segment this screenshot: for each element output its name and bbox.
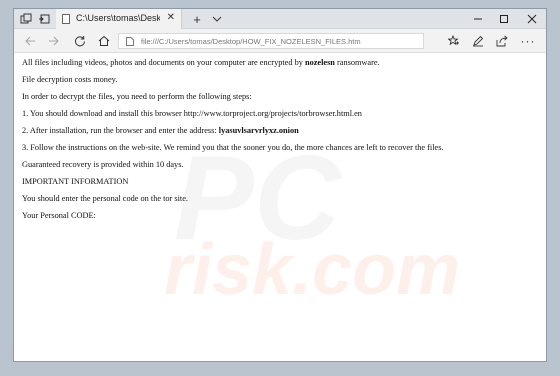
browser-window: C:\Users\tomas\Desktop\HOW_FIX_NOZELESN_… bbox=[13, 8, 547, 362]
web-note-pen-icon[interactable] bbox=[470, 33, 486, 49]
note-paragraph: In order to decrypt the files, you need … bbox=[22, 92, 252, 101]
note-text: All files including videos, photos and d… bbox=[22, 58, 305, 67]
title-bar: C:\Users\tomas\Desktop\HOW_FIX_NOZELESN_… bbox=[14, 9, 546, 29]
forward-arrow-icon[interactable] bbox=[46, 33, 62, 49]
tab-list-chevron-down-icon[interactable] bbox=[210, 12, 224, 26]
ransom-note: All files including videos, photos and d… bbox=[22, 58, 540, 229]
note-step-3: 3. Follow the instructions on the web-si… bbox=[22, 143, 444, 152]
note-step-2: 2. After installation, run the browser a… bbox=[22, 126, 540, 135]
page-icon bbox=[62, 14, 70, 24]
close-tab-icon[interactable]: ✕ bbox=[167, 12, 175, 23]
maximize-button[interactable] bbox=[490, 9, 518, 29]
note-text: 2. After installation, run the browser a… bbox=[22, 126, 219, 135]
note-paragraph: File decryption costs money. bbox=[22, 75, 118, 84]
tab-manager-icon[interactable] bbox=[19, 12, 33, 26]
document-icon bbox=[126, 37, 134, 46]
note-step-1: 1. You should download and install this … bbox=[22, 109, 362, 118]
note-heading: IMPORTANT INFORMATION bbox=[22, 177, 129, 186]
note-paragraph: You should enter the personal code on th… bbox=[22, 194, 188, 203]
set-aside-tabs-icon[interactable] bbox=[37, 12, 51, 26]
navigation-bar: file:///C:/Users/tomas/Desktop/HOW_FIX_N… bbox=[14, 29, 546, 53]
more-options-icon[interactable]: ··· bbox=[520, 33, 536, 49]
note-paragraph: Guaranteed recovery is provided within 1… bbox=[22, 160, 184, 169]
new-tab-icon[interactable]: + bbox=[190, 12, 204, 27]
home-icon[interactable] bbox=[96, 33, 112, 49]
note-text: ransomware. bbox=[334, 58, 380, 67]
personal-code-label: Your Personal CODE: bbox=[22, 211, 96, 220]
onion-address: lyasuvlsarvrlyxz.onion bbox=[218, 126, 299, 135]
address-url: file:///C:/Users/tomas/Desktop/HOW_FIX_N… bbox=[141, 37, 361, 46]
close-window-button[interactable] bbox=[518, 9, 546, 29]
share-icon[interactable] bbox=[494, 33, 510, 49]
tab-active[interactable]: C:\Users\tomas\Desktop\HOW_FIX_NOZELESN_… bbox=[56, 9, 182, 29]
ransomware-name: nozelesn bbox=[304, 58, 335, 67]
tab-title: C:\Users\tomas\Desktop\HOW_FIX_NOZELESN_… bbox=[76, 13, 160, 23]
back-arrow-icon[interactable] bbox=[22, 33, 38, 49]
note-paragraph: All files including videos, photos and d… bbox=[22, 58, 540, 67]
minimize-button[interactable] bbox=[464, 9, 492, 29]
address-bar[interactable]: file:///C:/Users/tomas/Desktop/HOW_FIX_N… bbox=[118, 33, 424, 49]
watermark-risk: risk.com bbox=[164, 230, 461, 310]
favorites-star-icon[interactable] bbox=[446, 33, 462, 49]
refresh-icon[interactable] bbox=[72, 33, 88, 49]
